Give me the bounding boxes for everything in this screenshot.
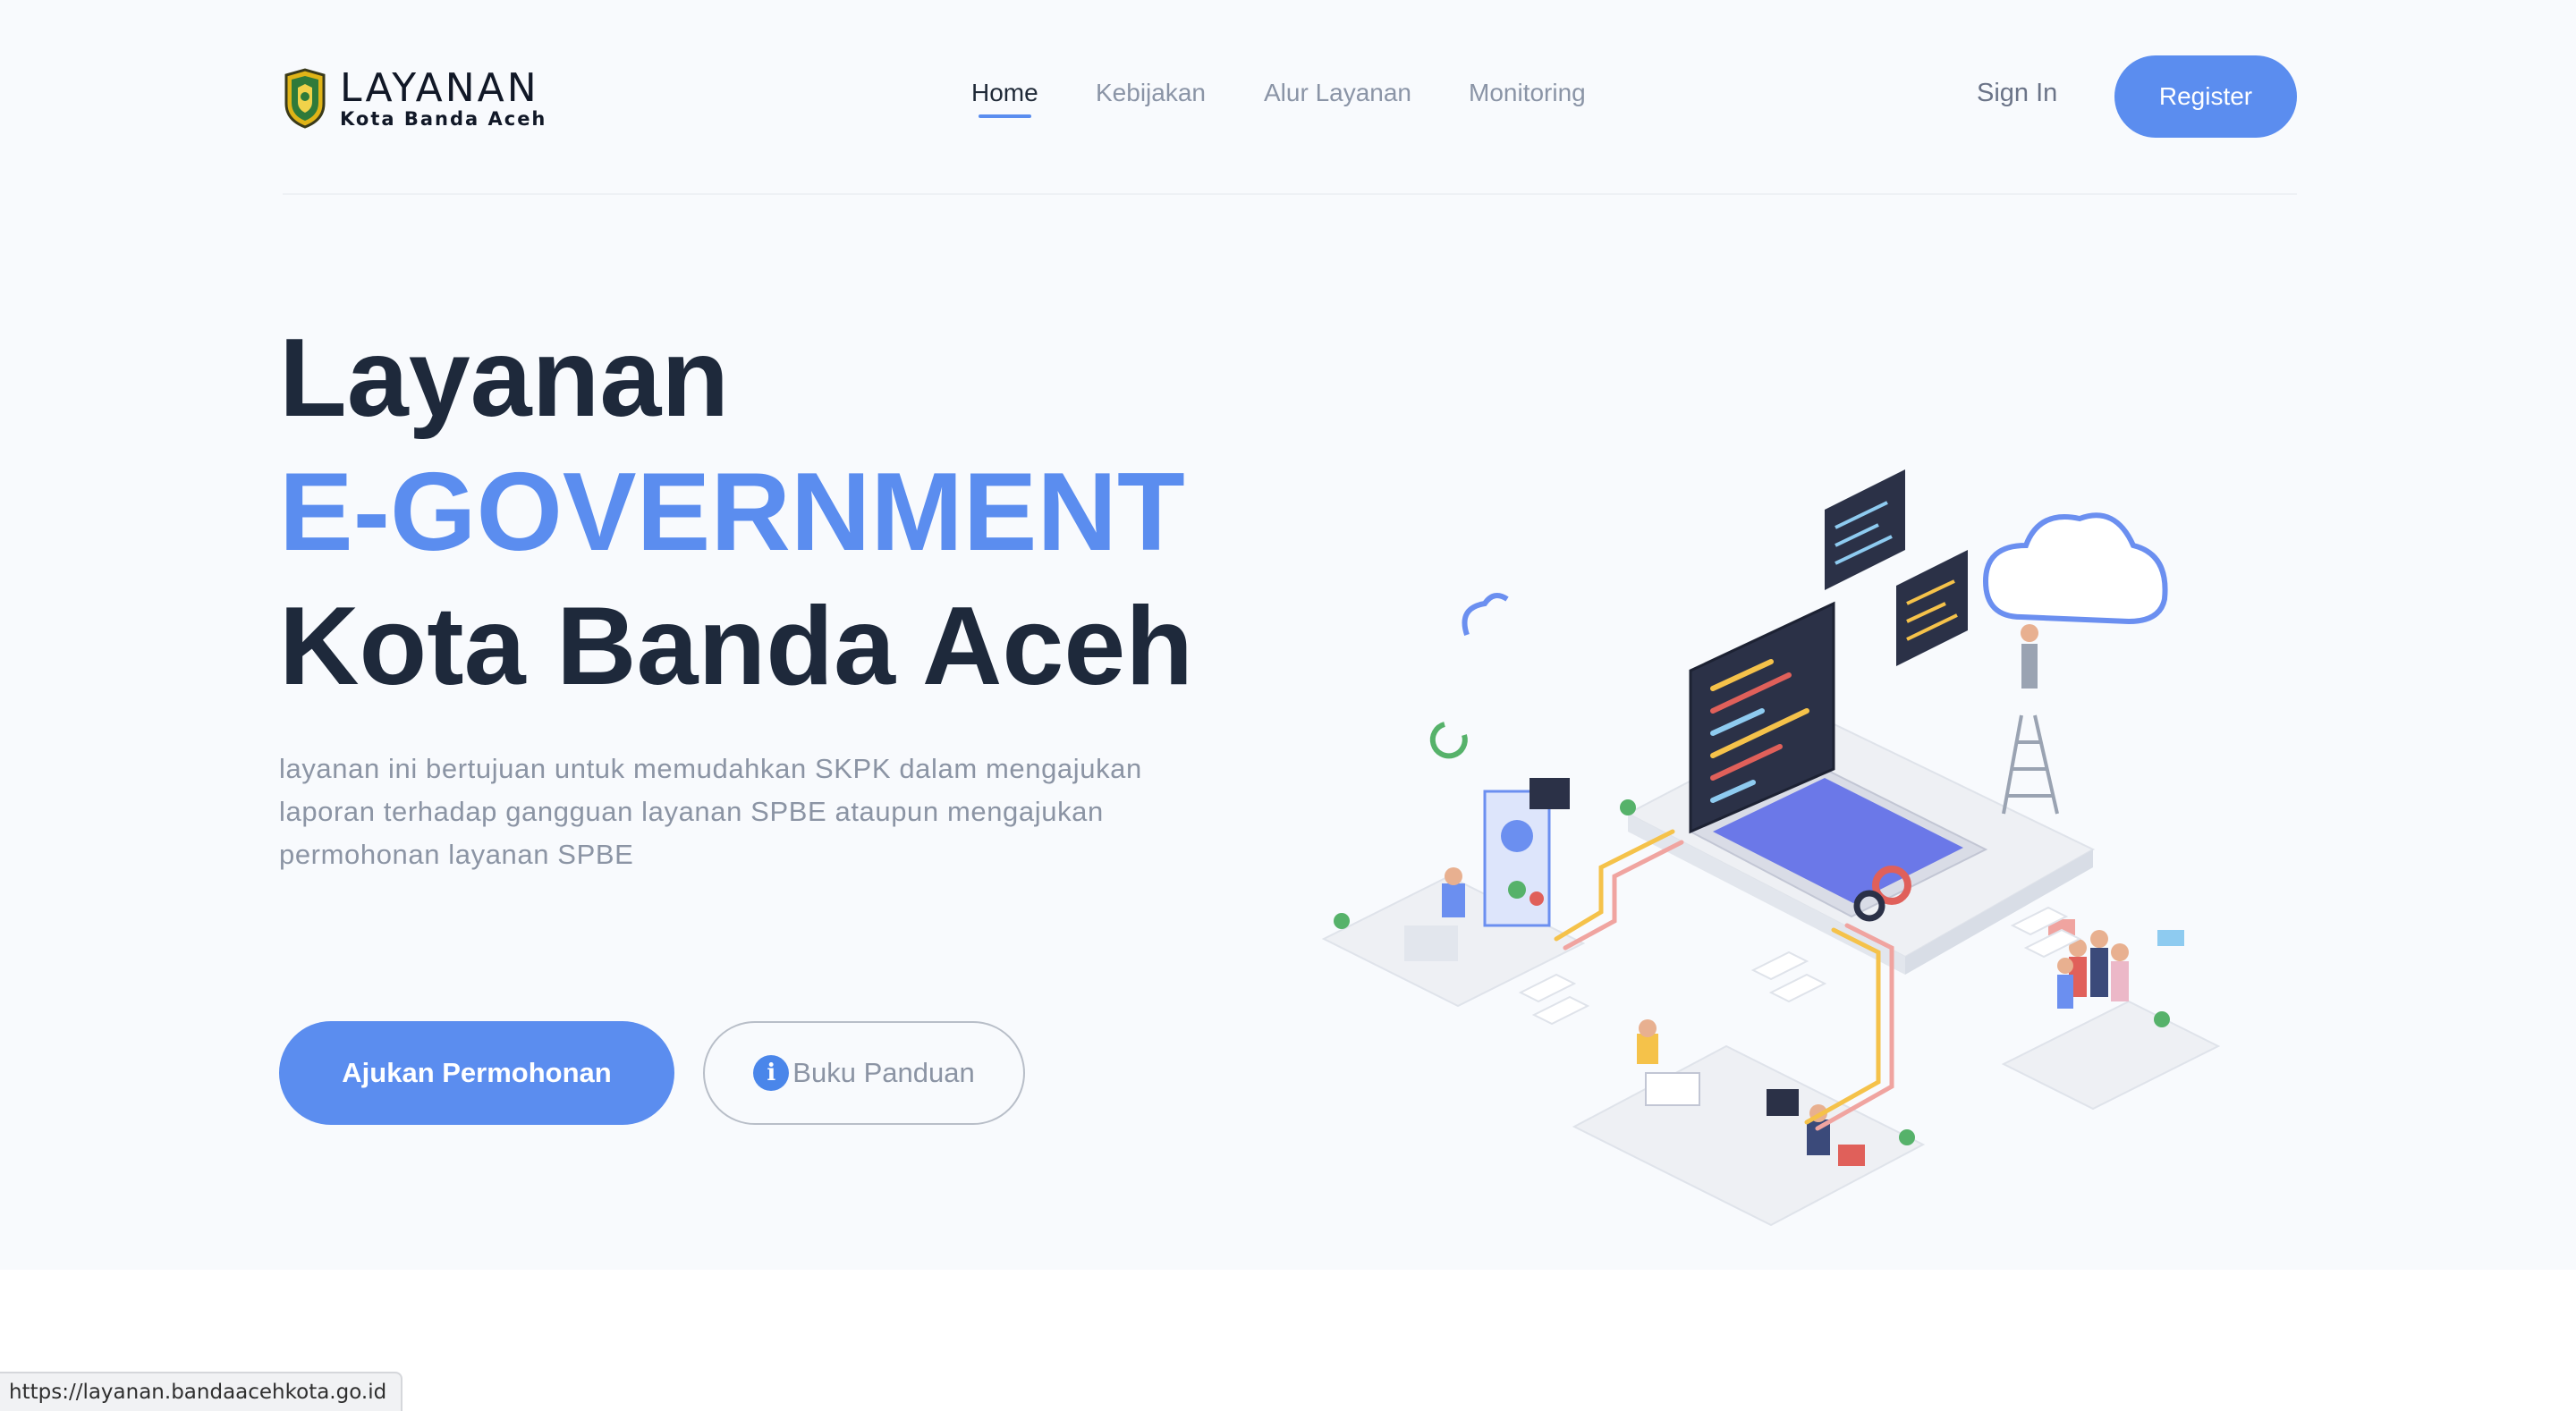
nav-alur-layanan[interactable]: Alur Layanan [1264,79,1411,107]
hero-description: layanan ini bertujuan untuk memudahkan S… [279,753,1142,870]
buku-panduan-button[interactable]: i Buku Panduan [703,1021,1025,1125]
right-team-platform [2001,1000,2221,1111]
nav-home[interactable]: Home [971,79,1038,118]
headline-line-3: Kota Banda Aceh [279,585,1194,708]
nav-kebijakan[interactable]: Kebijakan [1096,79,1206,107]
nav-home-label: Home [971,79,1038,106]
bottom-desk-platform [1572,1044,1926,1227]
cloud-icon [1982,512,2168,625]
register-button[interactable]: Register [2114,55,2297,138]
logo-subtitle: Kota Banda Aceh [340,107,547,130]
hero-headline: Layanan E-GOVERNMENT Kota Banda Aceh [279,311,1193,714]
status-bar-url: https://layanan.bandaacehkota.go.id [0,1372,403,1411]
buku-panduan-label: Buku Panduan [792,1057,975,1088]
headline-line-1: Layanan [279,317,730,440]
sign-in-link[interactable]: Sign In [1977,79,2057,108]
info-icon: i [753,1055,790,1091]
city-emblem-icon [284,68,326,129]
ladder-person [2002,714,2059,815]
nav-active-indicator [979,114,1031,118]
logo-title: LAYANAN [340,64,539,111]
site-logo[interactable]: LAYANAN Kota Banda Aceh [283,68,547,129]
nav-monitoring[interactable]: Monitoring [1469,79,1586,107]
isometric-egov-illustration [1321,469,2221,1227]
header-divider [283,193,2297,195]
headline-line-2: E-GOVERNMENT [279,451,1185,574]
ajukan-permohonan-button[interactable]: Ajukan Permohonan [279,1021,674,1125]
